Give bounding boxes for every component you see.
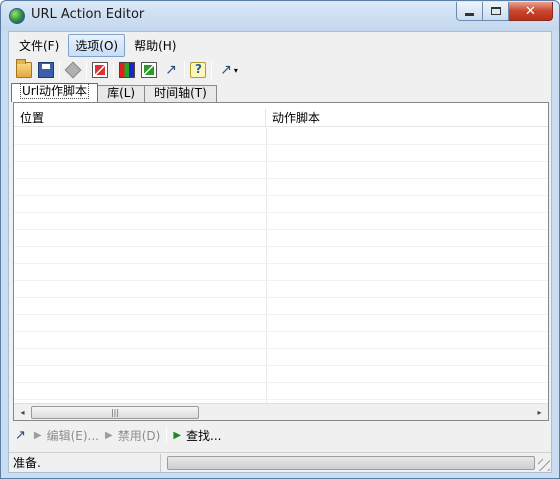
progress-bar: [167, 456, 535, 470]
disable-label: 禁用(D): [117, 428, 161, 443]
help-icon: [190, 62, 206, 78]
find-button[interactable]: ▶ 查找...: [173, 427, 221, 444]
tab-strip: Url动作脚本 库(L) 时间轴(T): [11, 83, 217, 102]
status-bar: 准备.: [9, 452, 551, 472]
tab-url-actions[interactable]: Url动作脚本: [11, 83, 99, 102]
horizontal-scrollbar[interactable]: ◂ ||| ▸: [14, 403, 548, 420]
client-area: 文件(F) 选项(O) 帮助(H) ↗ ↗ ▾ Url动作脚本 库(: [8, 31, 552, 473]
grid-icon: [119, 62, 135, 78]
caption-buttons: ✕: [456, 2, 553, 21]
window-title: URL Action Editor: [31, 7, 145, 22]
title-bar[interactable]: URL Action Editor ✕: [1, 1, 559, 31]
help-button[interactable]: [187, 59, 209, 81]
go-button[interactable]: ↗: [160, 59, 182, 81]
maximize-icon: [490, 7, 501, 15]
toolbar: ↗ ↗ ▾: [13, 59, 244, 81]
edit-label: 编辑(E)...: [46, 428, 99, 443]
check-button[interactable]: [138, 59, 160, 81]
close-icon: ✕: [525, 3, 536, 19]
diamond-button[interactable]: [62, 59, 84, 81]
check-icon: [141, 62, 157, 78]
toolbar-separator: [59, 61, 60, 79]
action-separator: [166, 427, 168, 443]
tab-label: Url动作脚本: [19, 83, 90, 99]
app-window: URL Action Editor ✕ 文件(F) 选项(O) 帮助(H) ↗: [0, 0, 560, 479]
url-action-list[interactable]: 位置 动作脚本 ◂ ||| ▸: [13, 102, 549, 421]
arrow-icon: ↗: [165, 62, 177, 78]
tab-library[interactable]: 库(L): [97, 85, 146, 102]
menu-help[interactable]: 帮助(H): [127, 34, 183, 57]
globe-icon: [9, 8, 25, 24]
action-bar: ↗ ▶ 编辑(E)... ▶ 禁用(D) ▶ 查找...: [15, 425, 227, 445]
edit-arrow-icon[interactable]: ↗: [15, 428, 26, 443]
play-icon: ▶: [173, 429, 182, 441]
list-rows[interactable]: [14, 128, 548, 404]
find-label: 查找...: [186, 428, 222, 443]
test-button[interactable]: [89, 59, 111, 81]
arrow-dropdown-icon: ↗: [220, 62, 232, 78]
menu-file[interactable]: 文件(F): [12, 34, 66, 57]
grip-icon: |||: [110, 408, 120, 417]
resize-grip-icon[interactable]: [538, 459, 550, 471]
maximize-button[interactable]: [483, 2, 509, 21]
open-folder-icon: [16, 59, 32, 78]
save-button[interactable]: [35, 59, 57, 81]
close-button[interactable]: ✕: [509, 2, 553, 21]
play-icon: ▶: [33, 429, 42, 441]
disable-button[interactable]: ▶ 禁用(D): [105, 427, 160, 444]
arrow-dropdown-button[interactable]: ↗ ▾: [214, 59, 244, 81]
menu-options[interactable]: 选项(O): [68, 33, 126, 57]
grid-button[interactable]: [116, 59, 138, 81]
scroll-thumb[interactable]: |||: [31, 406, 199, 419]
minimize-icon: [465, 12, 474, 16]
save-icon: [38, 62, 54, 78]
column-header-action-script[interactable]: 动作脚本: [266, 109, 548, 127]
status-text: 准备.: [11, 454, 161, 472]
toolbar-separator: [86, 61, 87, 79]
minimize-button[interactable]: [456, 2, 483, 21]
open-button[interactable]: [13, 59, 35, 81]
test-icon: [92, 62, 108, 78]
column-header-location[interactable]: 位置: [14, 109, 266, 127]
menu-bar: 文件(F) 选项(O) 帮助(H): [9, 32, 551, 58]
chevron-down-icon: ▾: [233, 65, 238, 75]
list-header: 位置 动作脚本: [14, 109, 548, 127]
toolbar-separator: [211, 61, 212, 79]
diamond-icon: [64, 61, 82, 79]
toolbar-separator: [113, 61, 114, 79]
scroll-right-icon[interactable]: ▸: [531, 404, 548, 421]
toolbar-separator: [184, 61, 185, 79]
tab-timeline[interactable]: 时间轴(T): [144, 85, 217, 102]
scroll-left-icon[interactable]: ◂: [14, 404, 31, 421]
edit-button[interactable]: ▶ 编辑(E)...: [34, 427, 99, 444]
play-icon: ▶: [105, 429, 113, 441]
